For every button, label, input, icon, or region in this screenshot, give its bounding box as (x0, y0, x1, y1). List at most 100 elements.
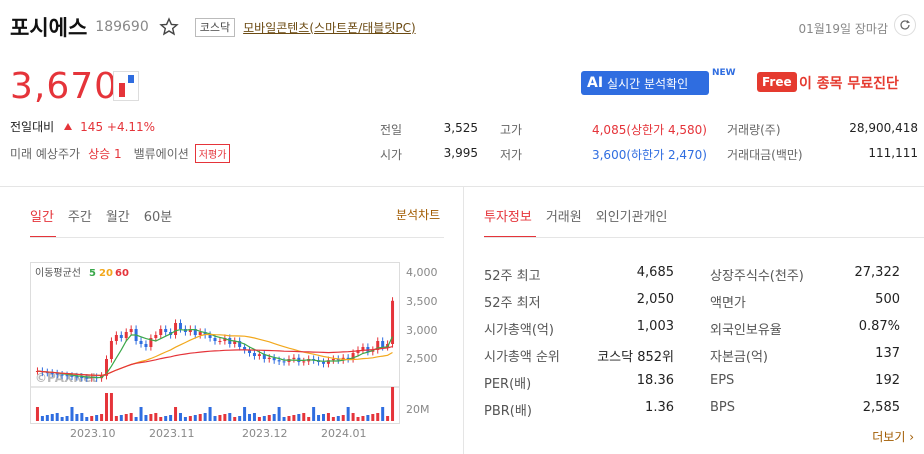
tab-foreign-institution[interactable]: 외인기관개인 (596, 206, 668, 225)
refresh-button[interactable] (894, 14, 916, 36)
volume-bar (159, 417, 163, 421)
x-tick: 2023.10 (70, 427, 116, 440)
volume-bar (208, 407, 212, 421)
volume-bar (35, 407, 39, 421)
volume-value: 28,900,418 (849, 121, 918, 135)
volume-bar (213, 416, 217, 421)
tab-60min[interactable]: 60분 (144, 206, 173, 225)
candle-body (129, 329, 133, 332)
volume-bar (376, 413, 380, 421)
analysis-chart-link[interactable]: 분석차트 (396, 206, 440, 223)
volume-bar (149, 414, 153, 421)
divider (463, 186, 464, 454)
star-icon[interactable] (158, 17, 179, 37)
candle-body (139, 341, 143, 344)
volume-bar (307, 417, 311, 421)
candle-body (361, 347, 365, 350)
candle-body (257, 354, 261, 356)
volume-bar (356, 417, 360, 421)
volume-bar (134, 417, 138, 421)
volume-bar (243, 407, 247, 421)
volume-bar (139, 407, 143, 421)
volume-bar (70, 407, 74, 421)
tab-weekly[interactable]: 주간 (68, 206, 92, 225)
sector-link[interactable]: 모바일콘텐츠(스마트폰/태블릿PC) (243, 19, 416, 36)
x-tick: 2024.01 (321, 427, 367, 440)
change-value: 145 +4.11% (80, 119, 156, 134)
candle-body (198, 332, 202, 335)
volume-bar (129, 413, 133, 421)
volume-bar (174, 407, 178, 421)
volume-bar (75, 414, 79, 421)
volume-bar (80, 413, 84, 421)
low-value: 3,600(하한가 2,470) (591, 148, 707, 162)
valuation-badge[interactable]: 저평가 (194, 144, 231, 163)
divider (484, 237, 924, 238)
info-value: 0.87% (858, 319, 900, 334)
volume-bar (248, 414, 252, 421)
info-value: 1,003 (636, 319, 674, 334)
candle-body (331, 359, 335, 361)
new-badge: NEW (712, 68, 736, 78)
candle-body (85, 377, 89, 379)
volume-bar (188, 416, 192, 421)
candle-body (174, 323, 178, 335)
volume-bar (321, 414, 325, 421)
volume-bar (302, 413, 306, 421)
volume-bar (336, 416, 340, 421)
volume-bar (277, 407, 281, 421)
volume-bar (178, 413, 182, 421)
volume-bar (282, 417, 286, 421)
high-label: 고가 (500, 123, 523, 137)
volume-bar (193, 415, 197, 421)
candle-body (381, 341, 385, 347)
free-diagnosis-link[interactable]: 이 종목 무료진단 (799, 73, 899, 93)
open-value: 3,995 (443, 146, 478, 160)
future-label: 미래 예상주가 (10, 147, 81, 161)
volume-bar (55, 413, 59, 421)
info-key: 시가총액(억) (484, 323, 554, 338)
candle-body (144, 344, 148, 347)
stock-name: 포시에스 (10, 16, 88, 40)
volume-bar (119, 415, 123, 421)
candle-body (159, 329, 163, 335)
volume-bar (124, 414, 128, 421)
tab-daily[interactable]: 일간 (30, 206, 54, 225)
candle-body (277, 360, 281, 362)
tab-brokers[interactable]: 거래원 (546, 206, 582, 225)
ai-analysis-button[interactable]: AI 실시간 분석확인 (581, 71, 709, 95)
info-key: PBR(배) (484, 404, 532, 419)
volume-bar (154, 413, 158, 421)
tab-monthly[interactable]: 월간 (106, 206, 130, 225)
candle-body (218, 341, 222, 342)
volume-bar (341, 415, 345, 421)
free-badge[interactable]: Free (757, 72, 797, 92)
mini-candle-icon[interactable] (113, 71, 139, 101)
y-tick: 4,000 (406, 266, 438, 279)
volume-bar (346, 407, 350, 421)
candle-body (80, 377, 84, 378)
price-chart[interactable]: 이동평균선 5 20 60 ©PAXNet (30, 262, 400, 424)
info-key: 외국인보유율 (710, 323, 782, 338)
volume-bar (297, 414, 301, 421)
volume-bar (317, 415, 321, 421)
candle-body (70, 375, 74, 377)
volume-bar (40, 416, 44, 421)
volume-bar (233, 417, 237, 421)
volume-bar (391, 387, 395, 421)
volume-bar (292, 415, 296, 421)
candle-body (124, 332, 128, 338)
volume-bar (331, 417, 335, 421)
candle-body (109, 341, 113, 359)
candle-body (154, 335, 158, 338)
candle-body (321, 362, 325, 364)
y-tick: 3,500 (406, 295, 438, 308)
volume-bar (169, 415, 173, 421)
volume-bar (50, 414, 54, 421)
more-link[interactable]: 더보기 › (872, 428, 914, 445)
info-key: 액면가 (710, 296, 746, 311)
info-value: 27,322 (854, 265, 901, 280)
future-value[interactable]: 상승 1 (88, 145, 122, 162)
volume-bar (351, 413, 355, 421)
tab-investment-info[interactable]: 투자정보 (484, 206, 532, 225)
